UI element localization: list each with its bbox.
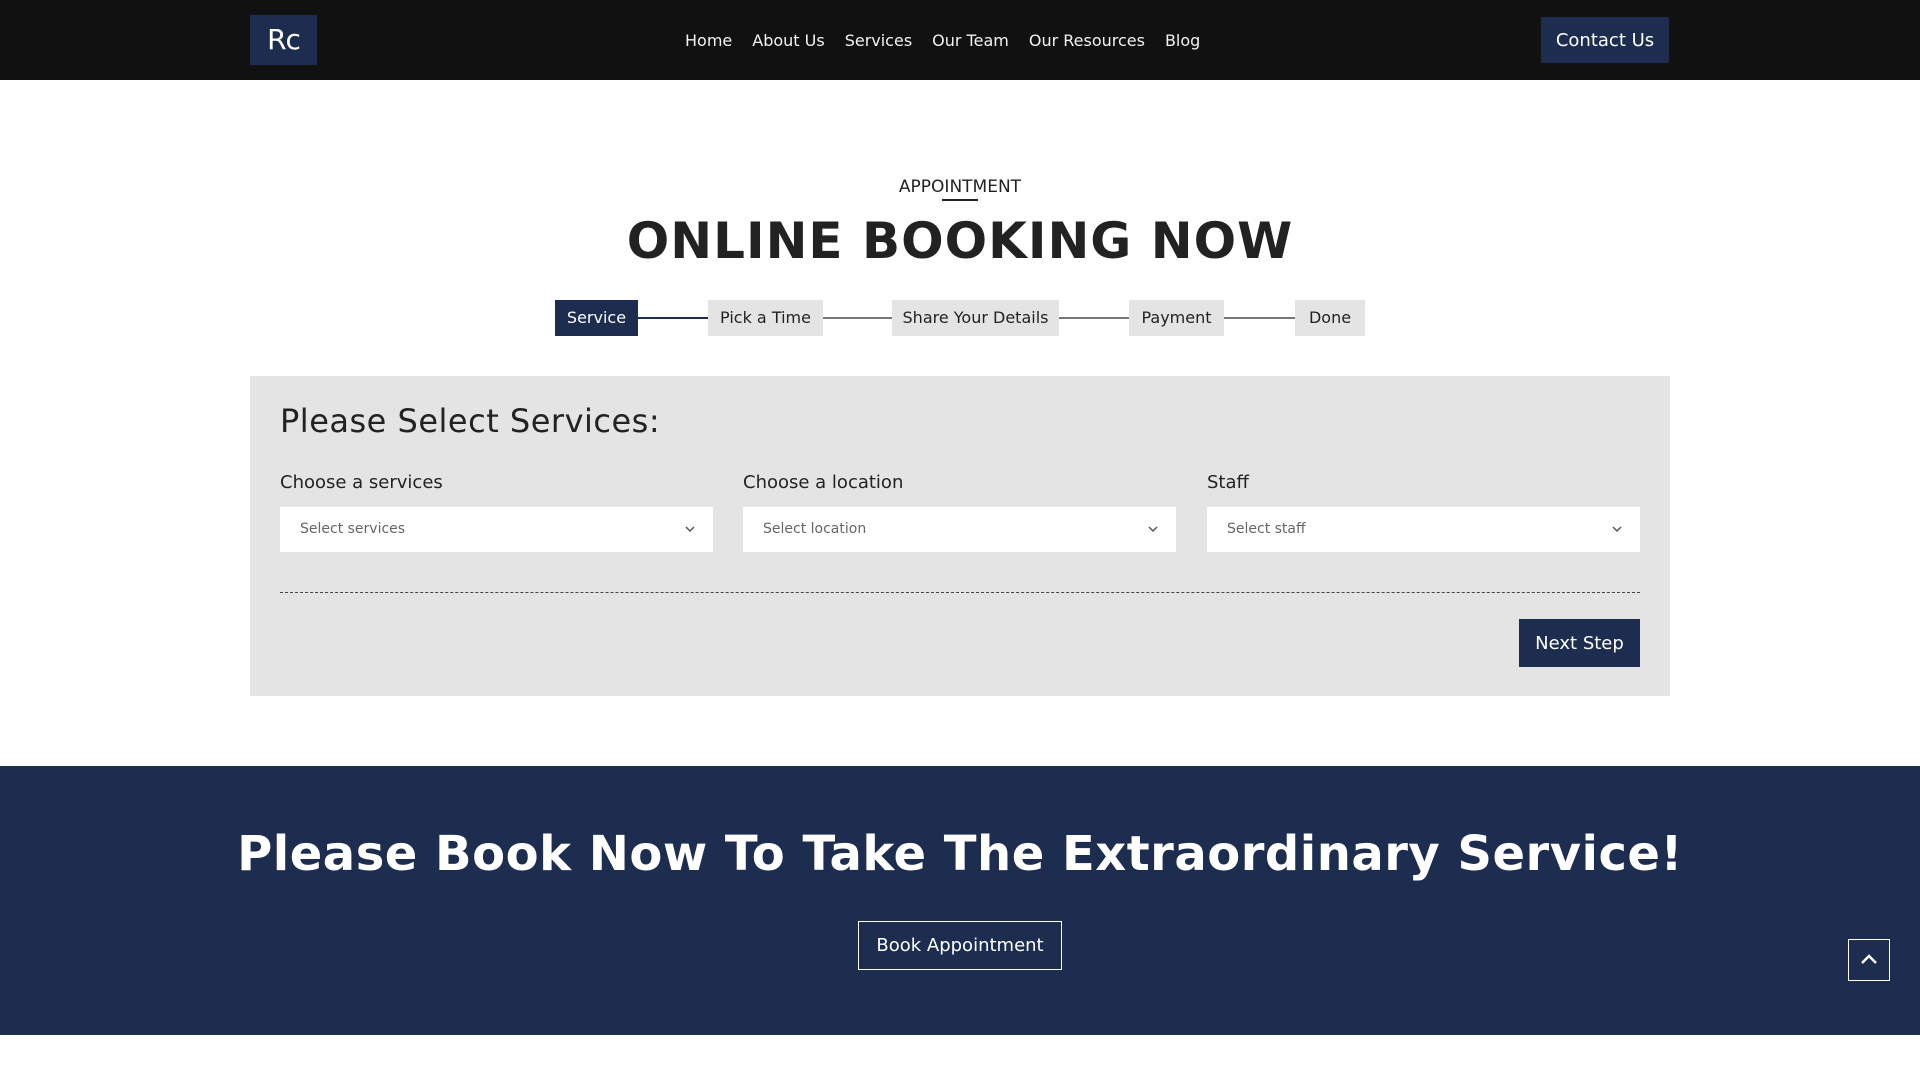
site-header: Rc Home About Us Services Our Team Our R… bbox=[0, 0, 1920, 80]
chevron-up-icon bbox=[1861, 954, 1877, 964]
chevron-down-icon bbox=[1612, 526, 1622, 533]
chevron-down-icon bbox=[1148, 526, 1158, 533]
step-connector bbox=[1224, 317, 1295, 319]
cta-banner: Please Book Now To Take The Extraordinar… bbox=[0, 766, 1920, 1035]
staff-label: Staff bbox=[1207, 472, 1249, 493]
step-connector bbox=[1059, 317, 1129, 319]
booking-panel: Please Select Services: Choose a service… bbox=[250, 376, 1670, 696]
staff-select-value: Select staff bbox=[1227, 521, 1306, 537]
location-label: Choose a location bbox=[743, 472, 904, 493]
staff-select[interactable]: Select staff bbox=[1207, 507, 1640, 552]
nav-our-resources[interactable]: Our Resources bbox=[1029, 31, 1145, 50]
contact-us-button[interactable]: Contact Us bbox=[1541, 17, 1669, 63]
services-select-value: Select services bbox=[300, 521, 406, 537]
book-appointment-button[interactable]: Book Appointment bbox=[858, 921, 1062, 970]
nav-blog[interactable]: Blog bbox=[1165, 31, 1200, 50]
step-pick-a-time[interactable]: Pick a Time bbox=[708, 300, 823, 336]
form-divider bbox=[280, 592, 1640, 593]
step-connector bbox=[638, 317, 708, 319]
main-nav: Home About Us Services Our Team Our Reso… bbox=[685, 0, 1200, 80]
panel-title: Please Select Services: bbox=[280, 402, 661, 440]
location-select[interactable]: Select location bbox=[743, 507, 1176, 552]
step-service[interactable]: Service bbox=[555, 300, 638, 336]
chevron-down-icon bbox=[685, 526, 695, 533]
services-label: Choose a services bbox=[280, 472, 443, 493]
nav-about-us[interactable]: About Us bbox=[752, 31, 824, 50]
eyebrow-underline bbox=[942, 199, 978, 201]
nav-our-team[interactable]: Our Team bbox=[932, 31, 1009, 50]
step-connector bbox=[823, 317, 892, 319]
site-logo[interactable]: Rc bbox=[250, 15, 317, 65]
location-select-value: Select location bbox=[763, 521, 867, 537]
page-title: ONLINE BOOKING NOW bbox=[626, 212, 1294, 270]
step-share-your-details[interactable]: Share Your Details bbox=[892, 300, 1059, 336]
section-eyebrow: APPOINTMENT bbox=[898, 177, 1022, 197]
services-select[interactable]: Select services bbox=[280, 507, 713, 552]
scroll-to-top-button[interactable] bbox=[1848, 939, 1890, 981]
cta-title: Please Book Now To Take The Extraordinar… bbox=[237, 826, 1683, 882]
next-step-button[interactable]: Next Step bbox=[1519, 619, 1640, 667]
step-payment[interactable]: Payment bbox=[1129, 300, 1224, 336]
step-done[interactable]: Done bbox=[1295, 300, 1365, 336]
nav-services[interactable]: Services bbox=[845, 31, 912, 50]
nav-home[interactable]: Home bbox=[685, 31, 732, 50]
